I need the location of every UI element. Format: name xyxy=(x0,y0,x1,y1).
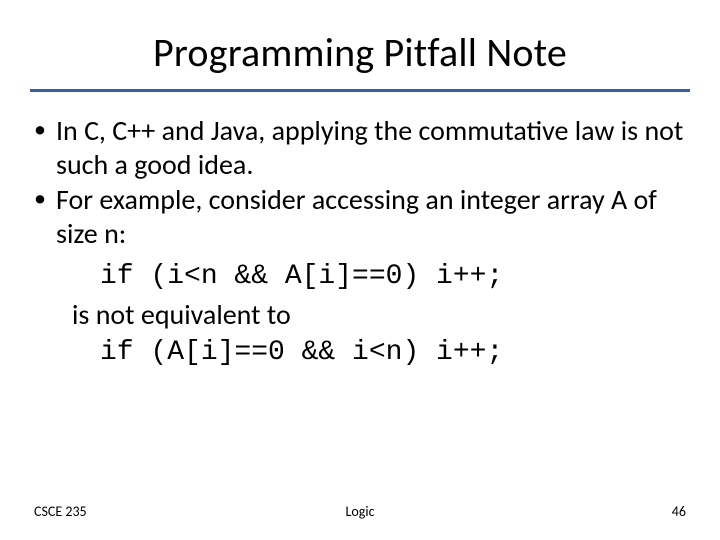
slide-title: Programming Pitfall Note xyxy=(30,18,690,89)
slide-body: In C, C++ and Java, applying the commuta… xyxy=(30,114,690,372)
equivalence-note: is not equivalent to xyxy=(72,296,690,334)
slide-footer: CSCE 235 Logic 46 xyxy=(0,503,720,520)
example-block: if (i<n && A[i]==0) i++; is not equivale… xyxy=(30,258,690,371)
bullet-list: In C, C++ and Java, applying the commuta… xyxy=(30,114,690,250)
footer-course: CSCE 235 xyxy=(34,503,87,520)
bullet-item: In C, C++ and Java, applying the commuta… xyxy=(30,114,690,181)
title-underline xyxy=(30,89,690,92)
footer-page-number: 46 xyxy=(672,503,686,520)
code-line-2: if (A[i]==0 && i<n) i++; xyxy=(72,334,690,372)
bullet-item: For example, consider accessing an integ… xyxy=(30,183,690,250)
footer-topic: Logic xyxy=(346,503,375,520)
code-line-1: if (i<n && A[i]==0) i++; xyxy=(72,258,690,296)
slide: Programming Pitfall Note In C, C++ and J… xyxy=(0,0,720,540)
